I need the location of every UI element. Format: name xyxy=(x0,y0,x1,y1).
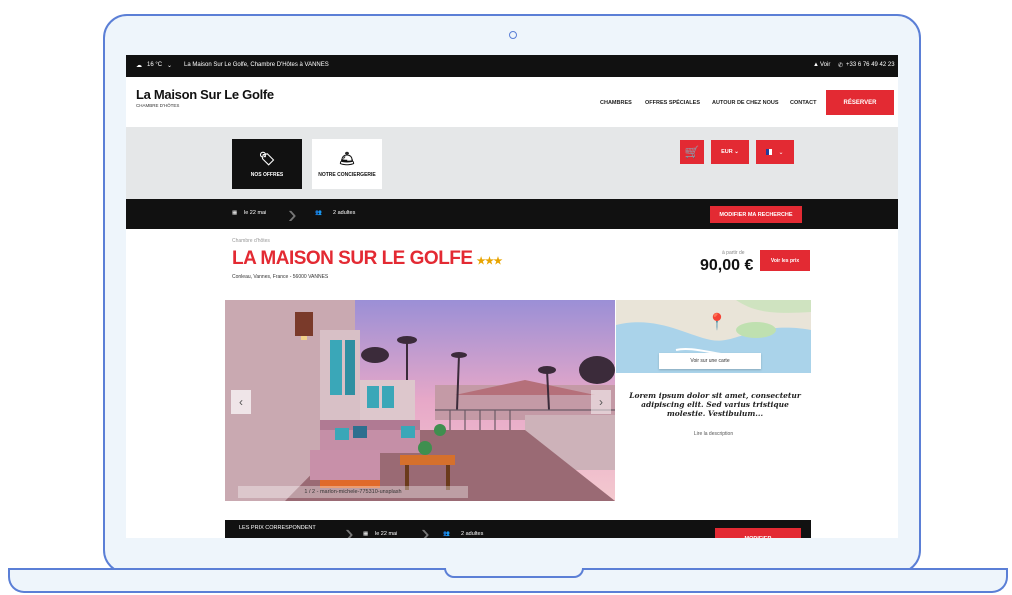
chevron-right-icon: › xyxy=(288,199,297,229)
webcam-icon xyxy=(509,31,517,39)
read-description-link[interactable]: Lire la description xyxy=(616,431,811,437)
cart-icon: 🛒 xyxy=(684,145,700,159)
concierge-icon: 🛎 xyxy=(338,150,356,166)
location-pin-icon: ▲ xyxy=(813,62,819,68)
currency-select[interactable]: EUR ⌄ xyxy=(711,140,749,164)
sticky-guests[interactable]: 2 adultes xyxy=(461,531,483,537)
chevron-right-icon: › xyxy=(345,518,354,538)
chevron-right-icon: › xyxy=(421,518,430,538)
nav-item-chambres[interactable]: CHAMBRES xyxy=(600,100,632,106)
calendar-icon: ▦ xyxy=(232,210,238,216)
guests-icon: 👥 xyxy=(315,210,322,216)
search-date[interactable]: le 22 mai xyxy=(244,210,266,216)
weather-icon: ☁ xyxy=(136,63,142,69)
weather-temp[interactable]: 16 °C xyxy=(147,62,162,68)
sticky-booking-bar: LES PRIX CORRESPONDENT › ▦ le 22 mai › 👥… xyxy=(225,518,811,538)
sticky-modify-button[interactable]: MODIFIER xyxy=(715,528,801,538)
gallery-next-button[interactable]: › xyxy=(591,390,611,414)
brand-subtitle: CHAMBRE D'HÔTES xyxy=(136,103,180,108)
nav-item-autour[interactable]: AUTOUR DE CHEZ NOUS xyxy=(712,100,779,106)
listing-title-text: LA MAISON SUR LE GOLFE xyxy=(232,248,473,269)
listing-address: Conleau, Vannes, France - 56000 VANNES xyxy=(232,274,329,280)
tag-icon: 🏷 xyxy=(258,150,276,166)
chevron-down-icon: ⌄ xyxy=(167,63,173,69)
modify-search-button[interactable]: MODIFIER MA RECHERCHE xyxy=(710,206,802,223)
view-prices-button[interactable]: Voir les prix xyxy=(760,250,810,271)
description-text: Lorem ipsum dolor sit amet, consectetur … xyxy=(629,391,801,418)
location-map[interactable]: 📍 Voir sur une carte xyxy=(616,300,811,373)
services-band: 🏷 NOS OFFRES 🛎 NOTRE CONCIERGERIE 🛒 EUR … xyxy=(126,127,898,199)
calendar-icon: ▦ xyxy=(363,531,369,537)
brand-logo[interactable]: La Maison Sur Le Golfe xyxy=(136,87,274,102)
chevron-down-icon: ⌄ xyxy=(732,149,739,155)
sticky-date[interactable]: le 22 mai xyxy=(375,531,397,537)
cart-button[interactable]: 🛒 xyxy=(680,140,704,164)
gallery-prev-button[interactable]: ‹ xyxy=(231,390,251,414)
offers-tile[interactable]: 🏷 NOS OFFRES xyxy=(232,139,302,189)
phone-icon: ✆ xyxy=(838,63,844,69)
nav-item-contact[interactable]: CONTACT xyxy=(790,100,816,106)
map-pin-icon: 📍 xyxy=(707,314,727,331)
top-bar: ☁ 16 °C ⌄ La Maison Sur Le Golfe, Chambr… xyxy=(126,55,898,77)
site-header: La Maison Sur Le Golfe CHAMBRE D'HÔTES C… xyxy=(126,77,898,127)
gallery-photo[interactable]: ‹ › xyxy=(225,300,615,501)
location-text: La Maison Sur Le Golfe, Chambre D'Hôtes … xyxy=(184,62,329,68)
view-link[interactable]: Voir xyxy=(820,62,830,68)
terrace-photo xyxy=(225,300,615,501)
offers-label: NOS OFFRES xyxy=(250,171,284,178)
chevron-down-icon: ⌄ xyxy=(778,149,784,156)
concierge-label: NOTRE CONCIERGERIE xyxy=(318,171,376,178)
rating-stars: ★★★ xyxy=(476,256,503,267)
search-summary-bar: ▦ le 22 mai › 👥 2 adultes MODIFIER MA RE… xyxy=(126,199,898,229)
price-from-label: à partir de xyxy=(722,250,745,256)
view-on-map-button[interactable]: Voir sur une carte xyxy=(659,353,761,369)
language-select[interactable]: ⌄ xyxy=(756,140,794,164)
guests-icon: 👥 xyxy=(443,531,450,537)
laptop-notch xyxy=(444,568,584,578)
french-flag-icon xyxy=(766,149,776,155)
lodging-type: Chambre d'hôtes xyxy=(232,238,270,244)
concierge-tile[interactable]: 🛎 NOTRE CONCIERGERIE xyxy=(312,139,382,189)
description-panel: Lorem ipsum dolor sit amet, consectetur … xyxy=(616,373,811,501)
prices-note: LES PRIX CORRESPONDENT xyxy=(239,525,316,531)
listing-title: LA MAISON SUR LE GOLFE ★★★ xyxy=(232,248,502,270)
phone-number[interactable]: +33 6 76 49 42 23 xyxy=(846,62,895,68)
listing-price: 90,00 € xyxy=(700,257,754,274)
currency-value: EUR xyxy=(721,149,733,155)
search-guests[interactable]: 2 adultes xyxy=(333,210,355,216)
reserve-button[interactable]: RÉSERVER xyxy=(826,90,894,115)
nav-item-offres[interactable]: OFFRES SPÉCIALES xyxy=(645,100,700,106)
website-screen: ☁ 16 °C ⌄ La Maison Sur Le Golfe, Chambr… xyxy=(126,55,898,538)
gallery-caption: 1 / 2 - marlon-michele-775310-unsplash xyxy=(238,486,468,498)
